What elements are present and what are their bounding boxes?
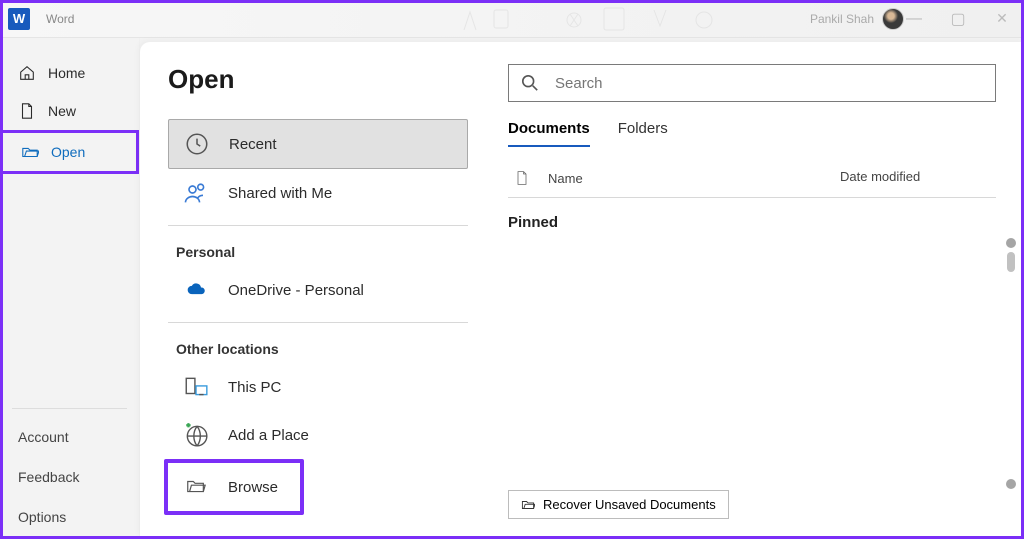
- location-onedrive[interactable]: OneDrive - Personal: [168, 266, 468, 314]
- minimize-button[interactable]: —: [892, 0, 936, 37]
- location-browse-label: Browse: [228, 479, 278, 496]
- nav-home[interactable]: Home: [0, 54, 139, 92]
- page-title: Open: [168, 64, 468, 95]
- nav-feedback[interactable]: Feedback: [0, 457, 139, 497]
- user-name: Pankil Shah: [810, 12, 874, 26]
- nav-new[interactable]: New: [0, 92, 139, 130]
- location-recent[interactable]: Recent: [168, 119, 468, 169]
- people-icon: [182, 179, 210, 207]
- heading-personal: Personal: [168, 230, 468, 266]
- close-button[interactable]: ✕: [980, 0, 1024, 37]
- title-bar: W Word Pankil Shah — ▢ ✕: [0, 0, 1024, 38]
- scrollbar[interactable]: [1004, 238, 1018, 489]
- document-icon: [514, 169, 530, 187]
- nav-home-label: Home: [48, 65, 85, 81]
- nav-open-label: Open: [51, 144, 85, 160]
- file-list-panel: Documents Folders Name Date modified Pin…: [508, 64, 996, 527]
- col-modified[interactable]: Date modified: [840, 169, 990, 187]
- location-thispc[interactable]: This PC: [168, 363, 468, 411]
- col-name[interactable]: Name: [548, 171, 583, 186]
- word-app-icon: W: [8, 8, 30, 30]
- tabs: Documents Folders: [508, 120, 996, 147]
- pc-icon: [182, 373, 210, 401]
- location-thispc-label: This PC: [228, 379, 281, 396]
- app-name-label: Word: [46, 12, 74, 26]
- open-locations: Open Recent Shared with Me Personal OneD…: [168, 64, 468, 527]
- header-doodle: [444, 0, 844, 38]
- nav-open[interactable]: Open: [0, 130, 139, 174]
- folder-open-icon: [182, 473, 210, 501]
- recover-unsaved-button[interactable]: Recover Unsaved Documents: [508, 490, 729, 519]
- folder-open-icon: [21, 143, 39, 161]
- tab-documents[interactable]: Documents: [508, 120, 590, 147]
- search-input[interactable]: [555, 75, 983, 92]
- location-browse[interactable]: Browse: [164, 459, 304, 515]
- nav-new-label: New: [48, 103, 76, 119]
- globe-plus-icon: [182, 421, 210, 449]
- location-addplace-label: Add a Place: [228, 427, 309, 444]
- list-header: Name Date modified: [508, 169, 996, 198]
- search-icon: [521, 74, 539, 92]
- heading-other: Other locations: [168, 327, 468, 363]
- home-icon: [18, 64, 36, 82]
- search-box[interactable]: [508, 64, 996, 102]
- maximize-button[interactable]: ▢: [936, 0, 980, 37]
- location-shared[interactable]: Shared with Me: [168, 169, 468, 217]
- nav-rail: Home New Open Account Feedback Options: [0, 38, 140, 537]
- location-shared-label: Shared with Me: [228, 185, 332, 202]
- clock-icon: [183, 130, 211, 158]
- document-icon: [18, 102, 36, 120]
- location-onedrive-label: OneDrive - Personal: [228, 282, 364, 299]
- cloud-icon: [182, 276, 210, 304]
- location-addplace[interactable]: Add a Place: [168, 411, 468, 459]
- user-area[interactable]: Pankil Shah: [810, 8, 904, 30]
- folder-open-icon: [521, 498, 535, 512]
- nav-account[interactable]: Account: [0, 417, 139, 457]
- recover-label: Recover Unsaved Documents: [543, 497, 716, 512]
- tab-folders[interactable]: Folders: [618, 120, 668, 147]
- nav-options[interactable]: Options: [0, 497, 139, 537]
- location-recent-label: Recent: [229, 136, 277, 153]
- section-pinned: Pinned: [508, 214, 996, 231]
